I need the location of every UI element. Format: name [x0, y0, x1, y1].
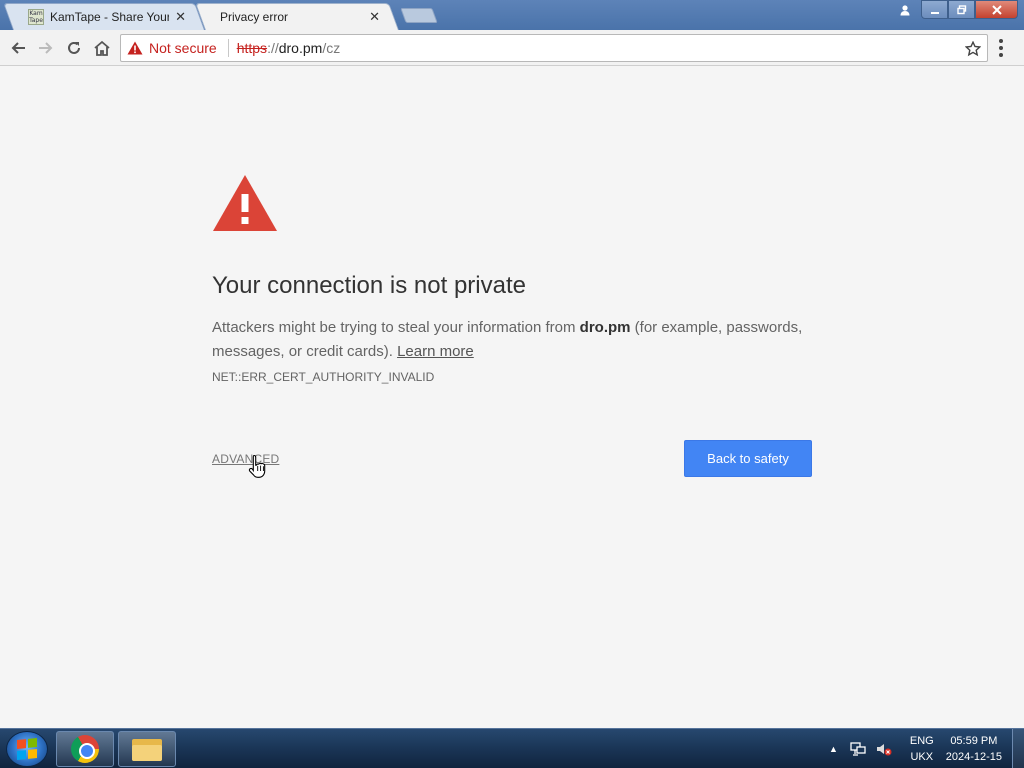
close-tab-icon[interactable]: ✕	[175, 9, 186, 25]
explanation-text: Attackers might be trying to steal your …	[212, 316, 812, 364]
page-title: Your connection is not private	[212, 272, 526, 299]
tab-title: Privacy error	[220, 9, 289, 24]
keyboard-layout: UKX	[910, 751, 934, 763]
address-bar[interactable]: Not secure https://dro.pm/cz	[120, 34, 988, 62]
explanation-prefix: Attackers might be trying to steal your …	[212, 319, 580, 336]
show-hidden-icons-icon[interactable]: ▲	[829, 744, 838, 754]
user-icon[interactable]	[893, 0, 917, 19]
url-separator: ://	[267, 40, 279, 56]
show-desktop-button[interactable]	[1012, 729, 1024, 768]
home-icon[interactable]	[90, 36, 114, 60]
error-code: NET::ERR_CERT_AUTHORITY_INVALID	[212, 370, 435, 384]
url-host: dro.pm	[278, 40, 323, 56]
start-button[interactable]	[6, 731, 48, 767]
star-icon[interactable]	[964, 38, 982, 62]
close-tab-icon[interactable]: ✕	[369, 9, 380, 25]
clock-date: 2024-12-15	[945, 751, 1002, 763]
volume-muted-icon[interactable]	[876, 741, 892, 757]
language-indicator[interactable]: ENG UKX	[910, 733, 934, 765]
taskbar-chrome[interactable]	[56, 731, 114, 767]
tab-privacy-error[interactable]: Privacy error ✕	[200, 3, 394, 30]
advanced-link[interactable]: ADVANCED	[212, 452, 279, 466]
minimize-button[interactable]	[921, 0, 948, 19]
warning-icon[interactable]	[127, 41, 143, 55]
page-content: Your connection is not private Attackers…	[0, 66, 1024, 728]
title-bar: Kam Tape KamTape - Share Your V ✕ Privac…	[0, 0, 1024, 30]
system-tray: ▲ ENG UKX 05:59 PM 2024-12-15	[829, 729, 1024, 768]
explanation-host: dro.pm	[579, 319, 631, 336]
clock-time: 05:59 PM	[950, 735, 998, 747]
back-arrow-icon[interactable]	[6, 36, 30, 60]
window-controls	[893, 0, 1018, 19]
warning-icon	[213, 175, 277, 231]
browser-toolbar: Not secure https://dro.pm/cz	[0, 30, 1024, 66]
not-secure-label[interactable]: Not secure	[149, 40, 217, 56]
learn-more-link[interactable]: Learn more	[397, 343, 474, 360]
folder-icon	[132, 737, 162, 761]
tab-kamtape[interactable]: Kam Tape KamTape - Share Your V ✕	[8, 3, 200, 30]
menu-icon[interactable]	[994, 36, 1008, 60]
kamtape-favicon-icon: Kam Tape	[28, 8, 44, 25]
language-code: ENG	[909, 735, 934, 747]
tab-title: KamTape - Share Your V	[50, 9, 170, 24]
reload-icon[interactable]	[62, 36, 86, 60]
url-text[interactable]: https://dro.pm/cz	[237, 40, 341, 56]
chrome-icon	[71, 735, 99, 763]
close-window-button[interactable]	[975, 0, 1018, 19]
clock[interactable]: 05:59 PM 2024-12-15	[946, 733, 1002, 765]
omnibox-divider	[227, 39, 229, 57]
url-path: /cz	[322, 40, 341, 56]
new-tab-button[interactable]	[400, 8, 438, 23]
hand-cursor-icon	[248, 454, 266, 478]
taskbar: ▲ ENG UKX 05:59 PM 2024-12-15	[0, 728, 1024, 768]
back-to-safety-button[interactable]: Back to safety	[684, 440, 812, 477]
maximize-button[interactable]	[948, 0, 975, 19]
windows-logo-icon	[17, 737, 37, 761]
taskbar-explorer[interactable]	[118, 731, 176, 767]
network-icon[interactable]	[850, 741, 866, 757]
forward-arrow-icon[interactable]	[34, 36, 58, 60]
url-scheme: https	[236, 40, 268, 56]
